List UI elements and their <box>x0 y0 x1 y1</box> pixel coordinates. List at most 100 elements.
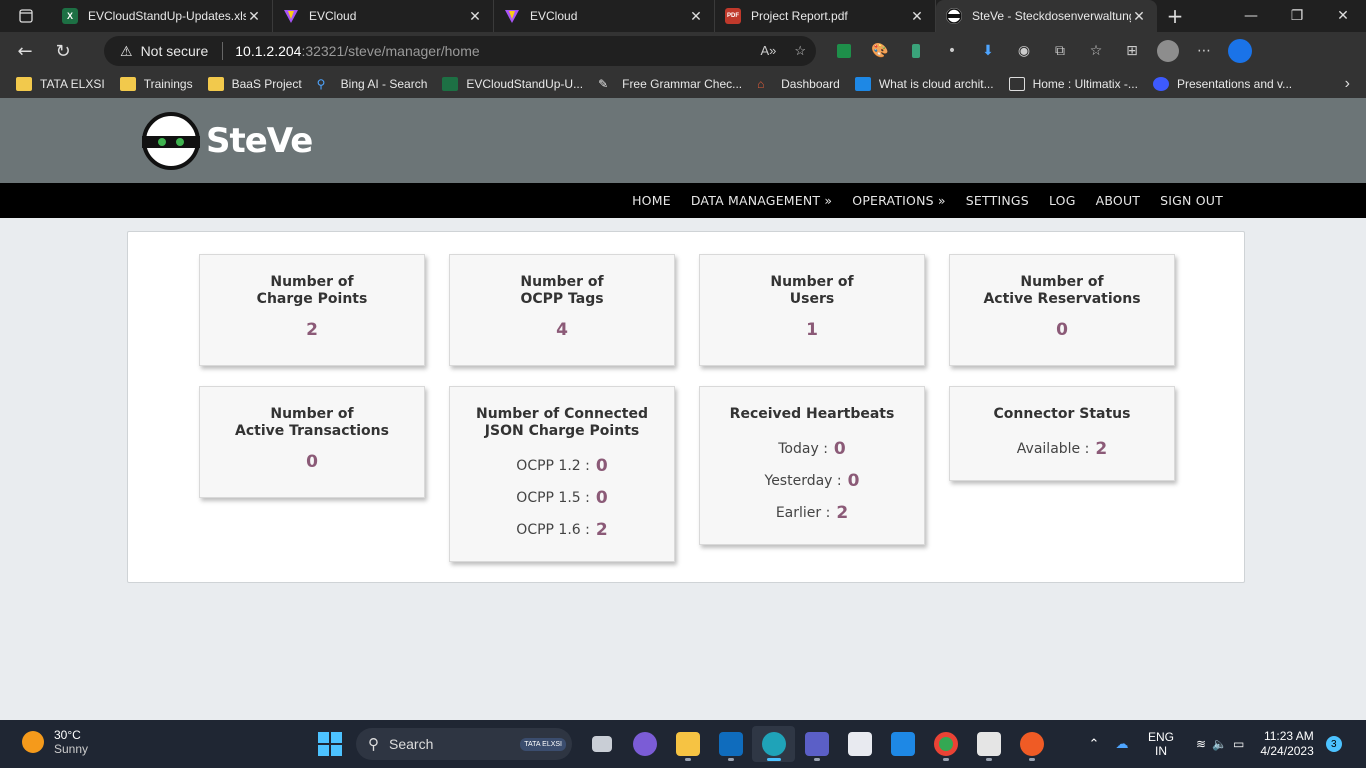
close-icon[interactable]: ✕ <box>1131 8 1147 25</box>
tab-project-report[interactable]: PDF Project Report.pdf ✕ <box>715 0 936 32</box>
nav-about[interactable]: ABOUT <box>1096 193 1141 208</box>
nav-sign-out[interactable]: SIGN OUT <box>1160 193 1223 208</box>
close-icon[interactable]: ✕ <box>467 8 483 25</box>
edge-icon[interactable] <box>752 726 795 762</box>
address-bar[interactable]: ⚠ Not secure 10.1.2.204:32321/steve/mana… <box>104 36 816 66</box>
task-view-icon[interactable] <box>580 726 623 762</box>
bookmark-presentations[interactable]: Presentations and v... <box>1152 77 1293 91</box>
tab-title: EVCloudStandUp-Updates.xlsx <box>88 9 246 23</box>
read-aloud-icon[interactable]: A» <box>760 43 776 59</box>
tab-evcloud-2[interactable]: EVCloud ✕ <box>494 0 715 32</box>
weather-widget[interactable]: 30°C Sunny <box>22 728 88 756</box>
nav-log[interactable]: LOG <box>1049 193 1076 208</box>
transactions-card[interactable]: Number of Active Transactions 0 <box>199 386 425 498</box>
taskbar-search[interactable]: ⚲ Search TATA ELXSI <box>356 728 572 760</box>
card-title: Charge Points <box>256 291 368 307</box>
bookmark-label: TATA ELXSI <box>40 77 105 91</box>
language-indicator[interactable]: ENG IN <box>1148 730 1174 758</box>
row-label: OCPP 1.2 : <box>516 458 590 474</box>
clock-time: 11:23 AM <box>1263 729 1314 743</box>
extension-mouse-icon[interactable]: • <box>934 32 970 70</box>
ocpp-tags-card[interactable]: Number of OCPP Tags 4 <box>449 254 675 366</box>
notification-badge[interactable]: 3 <box>1325 736 1342 752</box>
security-label[interactable]: Not secure <box>141 43 209 59</box>
extension-green-icon[interactable] <box>826 32 862 70</box>
tray-icons[interactable]: ≋ 🔈 ▭ <box>1196 737 1244 751</box>
nav-home[interactable]: HOME <box>632 193 671 208</box>
vite-icon <box>504 8 520 24</box>
charge-points-card[interactable]: Number of Charge Points 2 <box>199 254 425 366</box>
close-icon[interactable]: ✕ <box>909 8 925 25</box>
bookmark-cloud-arch[interactable]: What is cloud archit... <box>854 77 994 91</box>
bookmark-label: Presentations and v... <box>1176 77 1293 91</box>
close-icon[interactable]: ✕ <box>246 8 262 25</box>
tab-actions-icon[interactable] <box>0 0 52 32</box>
bookmark-grammar[interactable]: ✎ Free Grammar Chec... <box>598 77 742 91</box>
refresh-icon[interactable]: ↻ <box>44 35 82 67</box>
bookmark-bing-ai[interactable]: ⚲ Bing AI - Search <box>317 77 428 91</box>
teams-icon[interactable] <box>795 726 838 762</box>
new-tab-button[interactable]: + <box>1157 0 1193 32</box>
nav-settings[interactable]: SETTINGS <box>966 193 1029 208</box>
extensions-icon[interactable]: ⧉ <box>1042 32 1078 70</box>
lang-code: ENG <box>1148 730 1175 744</box>
restore-icon[interactable]: ❐ <box>1274 0 1320 32</box>
onedrive-icon[interactable]: ☁ <box>1108 736 1136 752</box>
tab-evcloud-1[interactable]: EVCloud ✕ <box>273 0 494 32</box>
globe-icon <box>1152 77 1169 91</box>
vite-icon <box>283 8 299 24</box>
bookmark-tata-elxsi[interactable]: TATA ELXSI <box>16 77 105 91</box>
bookmark-baas-project[interactable]: BaaS Project <box>207 77 302 91</box>
more-menu-icon[interactable]: ⋯ <box>1186 32 1222 70</box>
nav-operations[interactable]: OPERATIONS » <box>852 193 946 208</box>
bookmark-evcloud[interactable]: EVCloudStandUp-U... <box>442 77 583 91</box>
vscode-icon[interactable] <box>881 726 924 762</box>
chevron-up-icon[interactable]: ⌃ <box>1080 736 1108 752</box>
reservations-card[interactable]: Number of Active Reservations 0 <box>949 254 1175 366</box>
back-icon[interactable]: ← <box>6 35 44 67</box>
tab-excel[interactable]: X EVCloudStandUp-Updates.xlsx ✕ <box>52 0 273 32</box>
close-icon[interactable]: ✕ <box>688 8 704 25</box>
connector-status-card[interactable]: Connector Status Available : 2 <box>949 386 1175 481</box>
nav-data-management[interactable]: DATA MANAGEMENT » <box>691 193 832 208</box>
outlook-icon[interactable] <box>709 726 752 762</box>
card-title: Received Heartbeats <box>729 406 895 422</box>
bing-icon[interactable] <box>1222 32 1258 70</box>
web-page: SteVe HOME DATA MANAGEMENT » OPERATIONS … <box>0 98 1366 720</box>
download-icon[interactable]: ⬇ <box>970 32 1006 70</box>
close-window-icon[interactable]: ✕ <box>1320 0 1366 32</box>
favorite-add-icon[interactable]: ☆ <box>794 43 806 59</box>
bookmark-ultimatix[interactable]: Home : Ultimatix -... <box>1008 77 1138 91</box>
bookmark-label: Bing AI - Search <box>340 77 428 91</box>
bookmark-dashboard[interactable]: ⌂ Dashboard <box>757 77 840 91</box>
collections-icon[interactable]: ⊞ <box>1114 32 1150 70</box>
heartbeats-card[interactable]: Received Heartbeats Today : 0 Yesterday :… <box>699 386 925 545</box>
start-button[interactable] <box>318 732 342 756</box>
meet-icon[interactable] <box>623 726 666 762</box>
card-title: Number of <box>520 274 604 290</box>
extension-circle-icon[interactable]: ◉ <box>1006 32 1042 70</box>
bookmarks-bar: TATA ELXSI Trainings BaaS Project ⚲ Bing … <box>0 70 1366 98</box>
chrome-icon[interactable] <box>924 726 967 762</box>
extension-palette-icon[interactable]: 🎨 <box>862 32 898 70</box>
folder-icon <box>207 77 224 91</box>
profile-avatar[interactable] <box>1150 32 1186 70</box>
clock-date: 4/24/2023 <box>1260 744 1314 758</box>
chevron-right-icon[interactable]: › <box>1345 75 1350 93</box>
postman-icon[interactable] <box>1010 726 1053 762</box>
bookmark-trainings[interactable]: Trainings <box>119 77 193 91</box>
tab-steve[interactable]: SteVe - Steckdosenverwaltung ✕ <box>936 0 1157 32</box>
users-card[interactable]: Number of Users 1 <box>699 254 925 366</box>
extension-tag-icon[interactable] <box>898 32 934 70</box>
snipping-tool-icon[interactable] <box>967 726 1010 762</box>
file-explorer-icon[interactable] <box>666 726 709 762</box>
steve-logo[interactable]: SteVe <box>142 112 313 170</box>
clock[interactable]: 11:23 AM 4/24/2023 <box>1260 729 1313 759</box>
connector-available-row: Available : 2 <box>950 433 1174 465</box>
store-icon[interactable] <box>838 726 881 762</box>
minimize-icon[interactable]: — <box>1228 0 1274 32</box>
json-charge-points-card[interactable]: Number of Connected JSON Charge Points O… <box>449 386 675 562</box>
bookmark-label: Home : Ultimatix -... <box>1032 77 1138 91</box>
row-value: 0 <box>833 439 846 459</box>
favorites-icon[interactable]: ☆ <box>1078 32 1114 70</box>
